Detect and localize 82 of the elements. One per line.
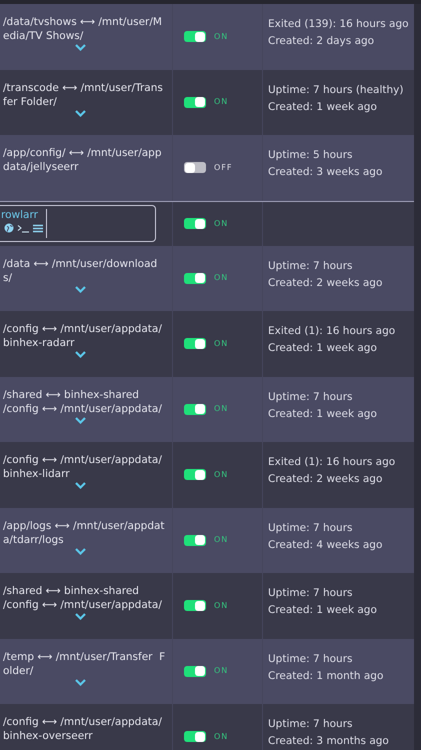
volume-mapping: /shared ⟷ binhex-shared — [3, 584, 140, 598]
status-text: Uptime: 7 hours — [268, 717, 354, 731]
toggle-switch[interactable] — [184, 600, 206, 612]
chevron-down-icon[interactable] — [75, 416, 86, 424]
volume-mapping: /temp ⟷ /mnt/user/Transfer F — [3, 650, 166, 664]
toggle-switch[interactable] — [184, 666, 206, 677]
toggle-label: ON — [214, 534, 228, 546]
volume-mapping: s/ — [3, 270, 14, 284]
toggle-label: ON — [214, 600, 228, 612]
status-text: Uptime: 5 hours — [268, 148, 354, 162]
status-text: Uptime: 7 hours — [268, 258, 354, 272]
volume-mapping: /config ⟷ /mnt/user/appdata/ — [3, 715, 163, 729]
status-text: Exited (1): 16 hours ago — [268, 324, 396, 338]
terminal-icon[interactable] — [17, 224, 30, 232]
chevron-down-icon[interactable] — [75, 44, 86, 51]
volume-mapping: /config ⟷ /mnt/user/appdata/ — [3, 453, 163, 467]
status-text: Created: 2 weeks ago — [268, 472, 384, 486]
volume-mapping: a/tdarr/logs — [3, 532, 65, 546]
chevron-down-icon[interactable] — [75, 548, 86, 554]
toggle-switch[interactable] — [184, 218, 206, 229]
toggle-switch[interactable] — [184, 404, 206, 415]
toggle-switch[interactable] — [184, 96, 206, 108]
volume-mapping: fer Folder/ — [3, 94, 58, 108]
toggle-switch[interactable] — [184, 731, 206, 742]
chevron-down-icon[interactable] — [75, 482, 86, 489]
toggle-switch[interactable] — [184, 162, 206, 174]
toggle-label: ON — [214, 665, 228, 678]
toggle-label: ON — [214, 403, 228, 416]
status-text: Exited (1): 16 hours ago — [268, 455, 396, 469]
volume-mapping: /config ⟷ /mnt/user/appdata/ — [3, 402, 163, 416]
status-text: Created: 1 week ago — [268, 603, 378, 617]
status-text: Uptime: 7 hours (healthy) — [268, 82, 404, 96]
status-text: Created: 2 days ago — [268, 34, 376, 48]
status-text: Uptime: 7 hours — [268, 586, 354, 600]
toggle-switch[interactable] — [184, 338, 206, 350]
toggle-label: ON — [214, 218, 228, 230]
status-text: Created: 3 months ago — [268, 734, 390, 748]
volume-mapping: binhex-radarr — [3, 336, 76, 350]
volume-mapping: /data/tvshows ⟷ /mnt/user/M — [3, 15, 163, 29]
toggle-switch[interactable] — [184, 31, 206, 42]
globe-icon[interactable] — [4, 223, 14, 233]
toggle-label: OFF — [214, 162, 232, 174]
volume-mapping: /app/config/ ⟷ /mnt/user/app — [3, 146, 163, 160]
toggle-label: ON — [214, 468, 228, 481]
status-text: Exited (139): 16 hours ago — [268, 17, 410, 31]
status-text: Created: 4 weeks ago — [268, 538, 384, 552]
status-text: Uptime: 7 hours — [268, 390, 354, 404]
status-text: Uptime: 7 hours — [268, 652, 354, 666]
status-text: Uptime: 7 hours — [268, 520, 354, 534]
volume-mapping: /shared ⟷ binhex-shared — [3, 388, 140, 402]
toggle-label: ON — [214, 272, 228, 284]
toggle-label: ON — [214, 338, 228, 350]
status-text: Created: 2 weeks ago — [268, 276, 384, 290]
volume-mapping: edia/TV Shows/ — [3, 29, 84, 43]
status-text: Created: 1 week ago — [268, 406, 378, 420]
toggle-switch[interactable] — [184, 534, 206, 546]
toggle-label: ON — [214, 30, 228, 43]
status-text: Created: 3 weeks ago — [268, 165, 384, 179]
chevron-down-icon[interactable] — [75, 286, 86, 292]
volume-mapping: /data ⟷ /mnt/user/download — [3, 256, 158, 270]
volume-mapping: /transcode ⟷ /mnt/user/Trans — [3, 80, 164, 94]
chevron-down-icon[interactable] — [75, 351, 86, 358]
volume-mapping: older/ — [3, 664, 34, 678]
toggle-label: ON — [214, 96, 228, 108]
volume-mapping: data/jellyseerr — [3, 160, 80, 174]
toggle-label: ON — [214, 730, 228, 743]
volume-mapping: /config ⟷ /mnt/user/appdata/ — [3, 598, 163, 612]
status-text: Created: 1 week ago — [268, 100, 378, 114]
status-text: Created: 1 month ago — [268, 668, 384, 682]
container-name[interactable]: rowlarr — [1, 209, 38, 221]
volume-mapping: binhex-lidarr — [3, 467, 71, 481]
list-icon[interactable] — [33, 224, 43, 232]
chevron-down-icon[interactable] — [75, 110, 86, 116]
volume-mapping: binhex-overseerr — [3, 729, 94, 743]
toggle-switch[interactable] — [184, 272, 206, 284]
chevron-down-icon[interactable] — [75, 678, 86, 686]
chevron-down-icon[interactable] — [75, 613, 86, 620]
container-card[interactable]: rowlarr — [0, 205, 156, 242]
volume-mapping: /app/logs ⟷ /mnt/user/appdat — [3, 518, 166, 532]
volume-mapping: /config ⟷ /mnt/user/appdata/ — [3, 322, 163, 336]
status-text: Created: 1 week ago — [268, 341, 378, 355]
toggle-switch[interactable] — [184, 469, 206, 480]
